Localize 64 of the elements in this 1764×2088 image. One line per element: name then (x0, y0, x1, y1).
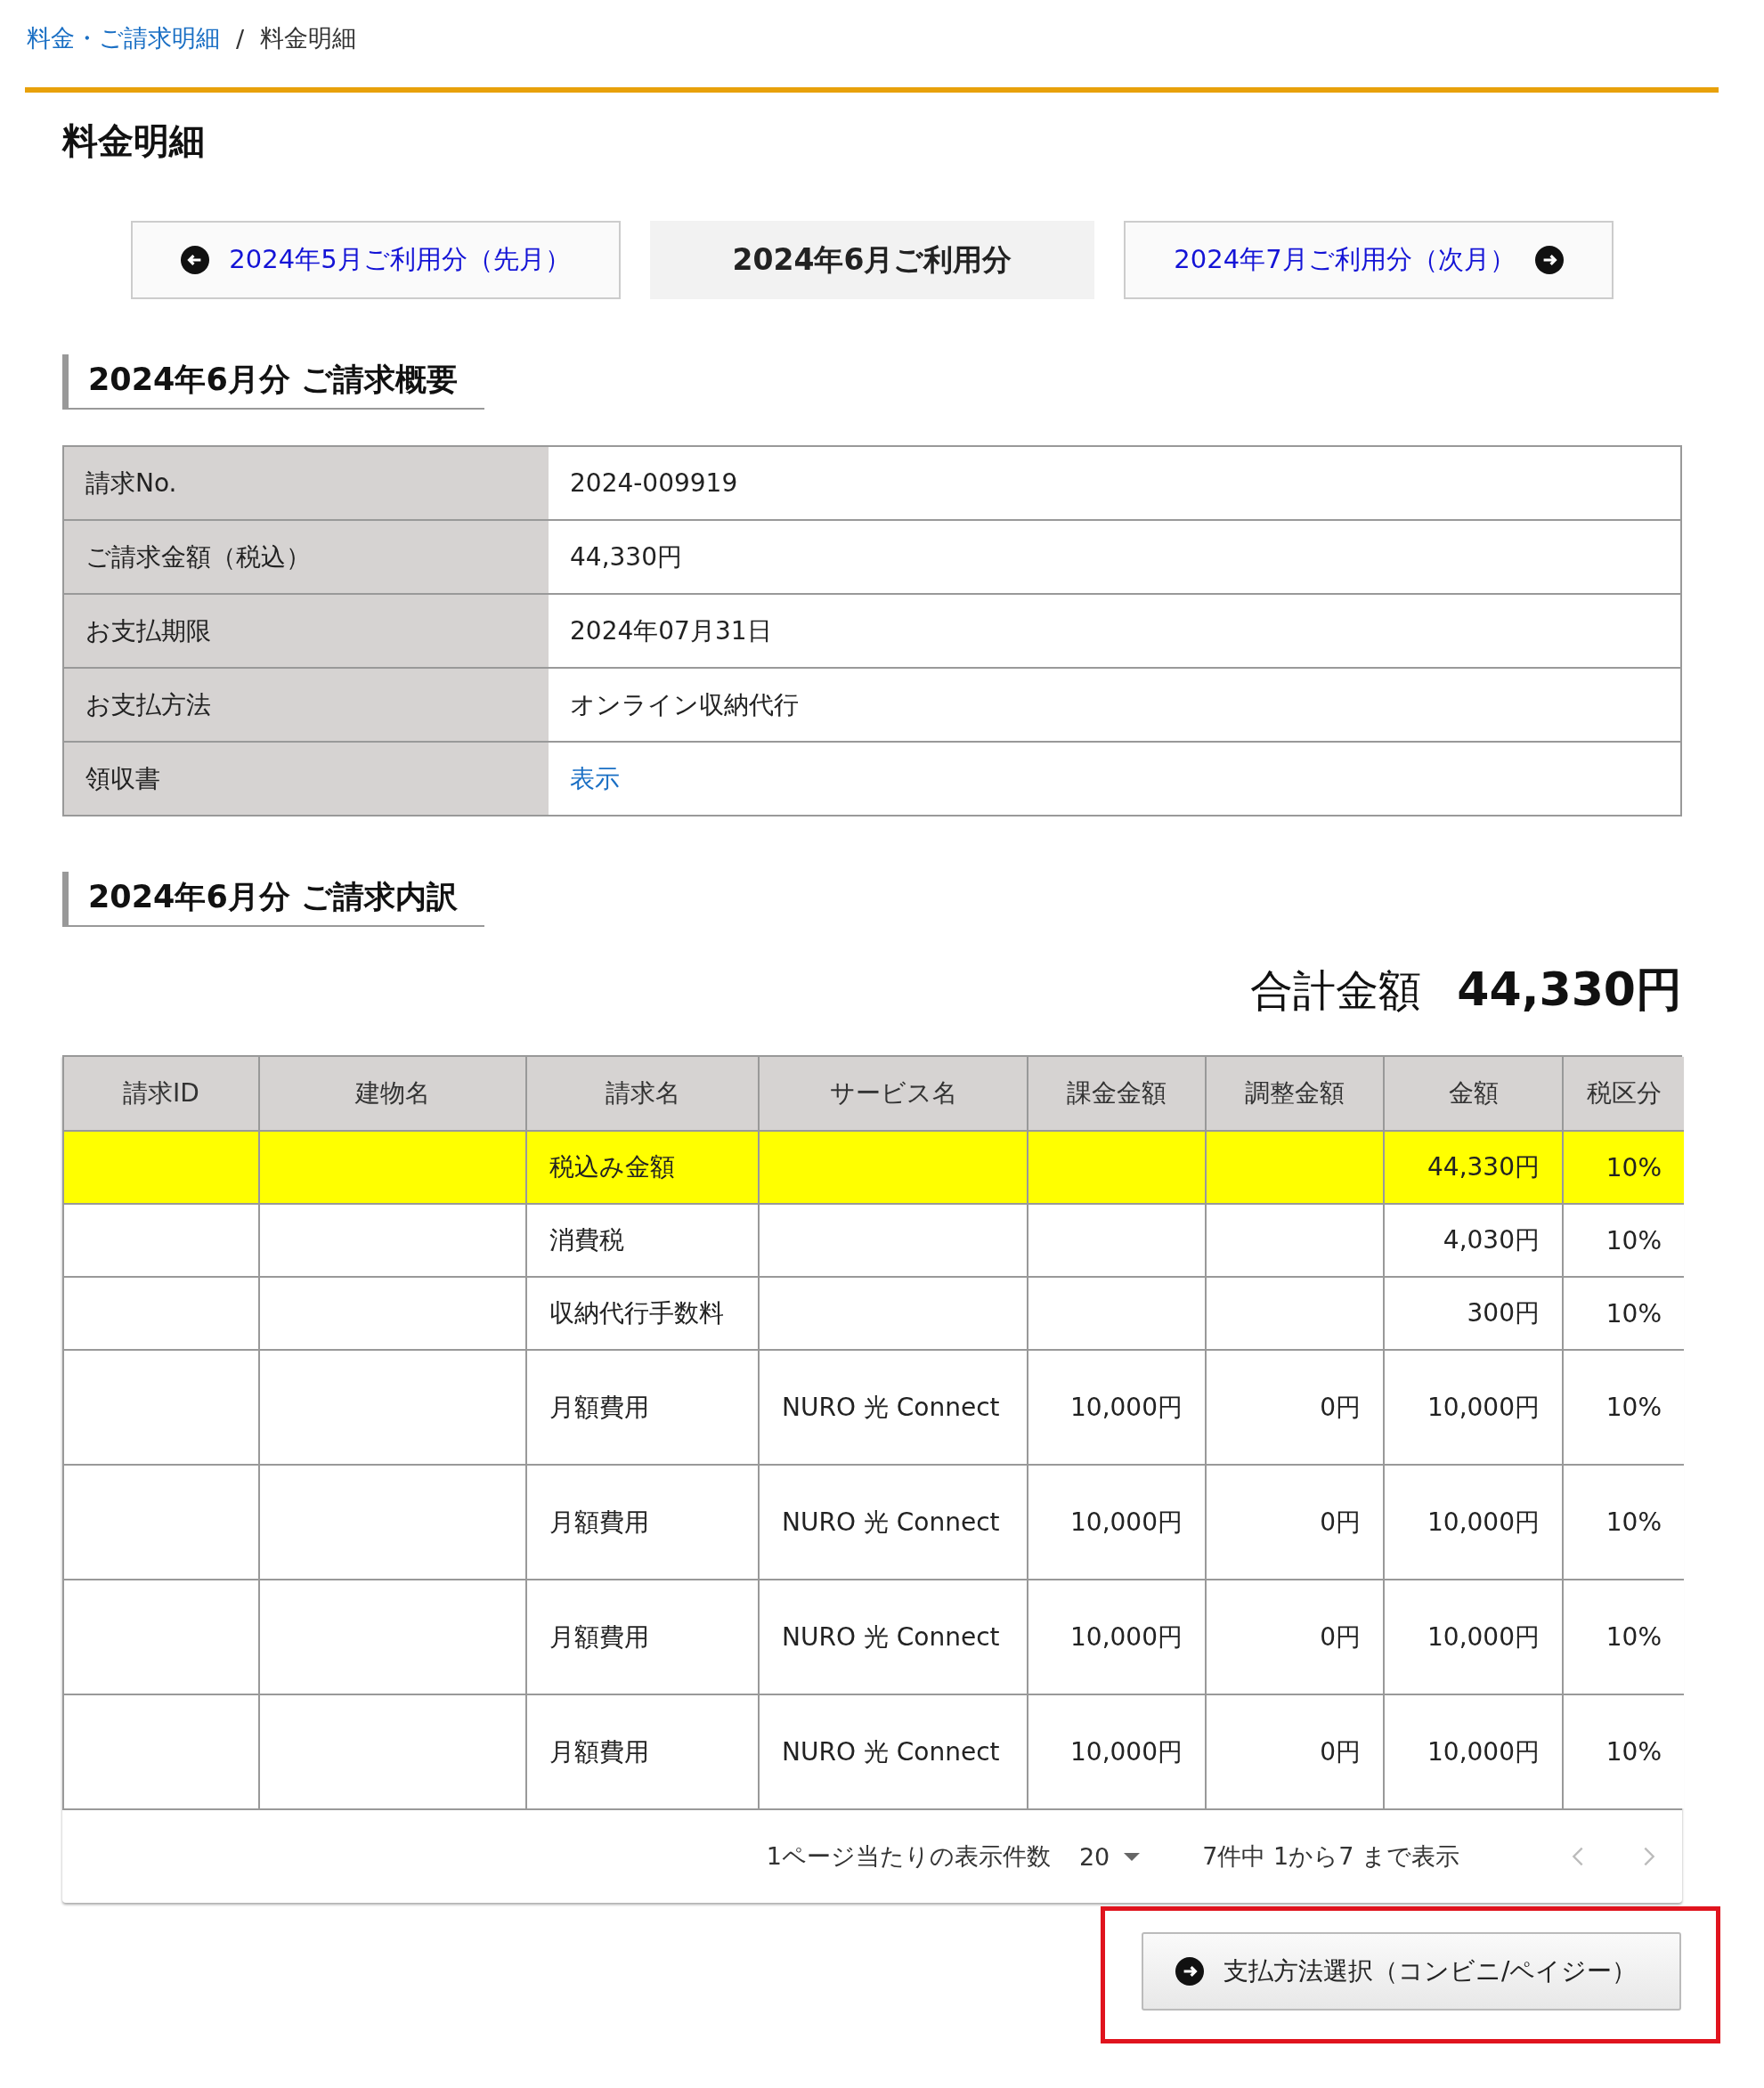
table-cell: 月額費用 (527, 1351, 760, 1466)
column-header: 金額 (1385, 1057, 1564, 1132)
table-cell: 0円 (1207, 1466, 1385, 1580)
payment-method-button[interactable]: 支払方法選択（コンビニ/ペイジー） (1142, 1932, 1681, 2011)
column-header: 調整金額 (1207, 1057, 1385, 1132)
table-cell: 0円 (1207, 1351, 1385, 1466)
per-page-dropdown[interactable]: 20 (1078, 1842, 1141, 1871)
table-cell: 10,000円 (1385, 1466, 1564, 1580)
total-amount: 44,330円 (1457, 962, 1682, 1018)
table-cell: 10,000円 (1385, 1351, 1564, 1466)
table-cell: オンライン収納代行 (549, 669, 1680, 743)
table-cell: 月額費用 (527, 1580, 760, 1695)
column-header: 税区分 (1564, 1057, 1684, 1132)
table-cell: NURO 光 Connect (760, 1351, 1028, 1466)
current-month-tab[interactable]: 2024年6月ご利用分 (650, 221, 1094, 299)
table-cell: 消費税 (527, 1205, 760, 1278)
breadcrumb-link[interactable]: 料金・ご請求明細 (27, 22, 220, 54)
table-cell: 収納代行手数料 (527, 1278, 760, 1351)
table-cell: 44,330円 (549, 521, 1680, 595)
table-header-cell: お支払期限 (64, 595, 549, 669)
total-label: 合計金額 (1250, 964, 1422, 1017)
column-header: 請求ID (64, 1057, 260, 1132)
arrow-left-icon (181, 246, 210, 274)
arrow-right-icon (1534, 246, 1564, 274)
receipt-link[interactable]: 表示 (570, 761, 620, 796)
table-header-cell: お支払方法 (64, 669, 549, 743)
column-header: 建物名 (260, 1057, 527, 1132)
table-cell: 10% (1564, 1351, 1684, 1466)
table-cell: 10,000円 (1028, 1466, 1207, 1580)
caret-icon (1124, 1852, 1141, 1861)
per-page-label: 1ページ当たりの表示件数 (766, 1841, 1051, 1872)
breadcrumb-text: / (236, 24, 245, 53)
section-heading: 2024年6月分 ご請求内訳 (62, 872, 484, 927)
column-header: 請求名 (527, 1057, 760, 1132)
month-button[interactable]: 2024年7月ご利用分（次月） (1124, 221, 1614, 299)
section-heading: 2024年6月分 ご請求概要 (62, 354, 484, 410)
table-cell: 300円 (1385, 1278, 1564, 1351)
table-cell: 2024-009919 (549, 447, 1680, 521)
table-cell: 月額費用 (527, 1466, 760, 1580)
table-cell: NURO 光 Connect (760, 1466, 1028, 1580)
arrow-right-icon (1175, 1957, 1204, 1986)
column-header: サービス名 (760, 1057, 1028, 1132)
table-cell: 10,000円 (1028, 1580, 1207, 1695)
month-button[interactable]: 2024年5月ご利用分（先月） (131, 221, 621, 299)
table-cell: 0円 (1207, 1580, 1385, 1695)
page-range-text: 7件中 1から7 まで表示 (1202, 1841, 1459, 1872)
table-cell: 44,330円 (1385, 1132, 1564, 1205)
table-header-cell: 請求No. (64, 447, 549, 521)
table-cell: 10% (1564, 1205, 1684, 1278)
table-cell: 10,000円 (1385, 1580, 1564, 1695)
table-cell: 4,030円 (1385, 1205, 1564, 1278)
table-cell: 10,000円 (1028, 1351, 1207, 1466)
table-header-cell: 領収書 (64, 743, 549, 815)
table-header-cell: ご請求金額（税込） (64, 521, 549, 595)
table-cell: 10% (1564, 1466, 1684, 1580)
page-title: 料金明細 (62, 119, 206, 163)
table-cell: 10% (1564, 1132, 1684, 1205)
table-cell: 税込み金額 (527, 1132, 760, 1205)
table-cell: 2024年07月31日 (549, 595, 1680, 669)
table-cell: 10% (1564, 1580, 1684, 1695)
table-cell: 10% (1564, 1278, 1684, 1351)
table-cell: NURO 光 Connect (760, 1580, 1028, 1695)
breadcrumb-text: 料金明細 (260, 23, 357, 53)
column-header: 課金金額 (1028, 1057, 1207, 1132)
